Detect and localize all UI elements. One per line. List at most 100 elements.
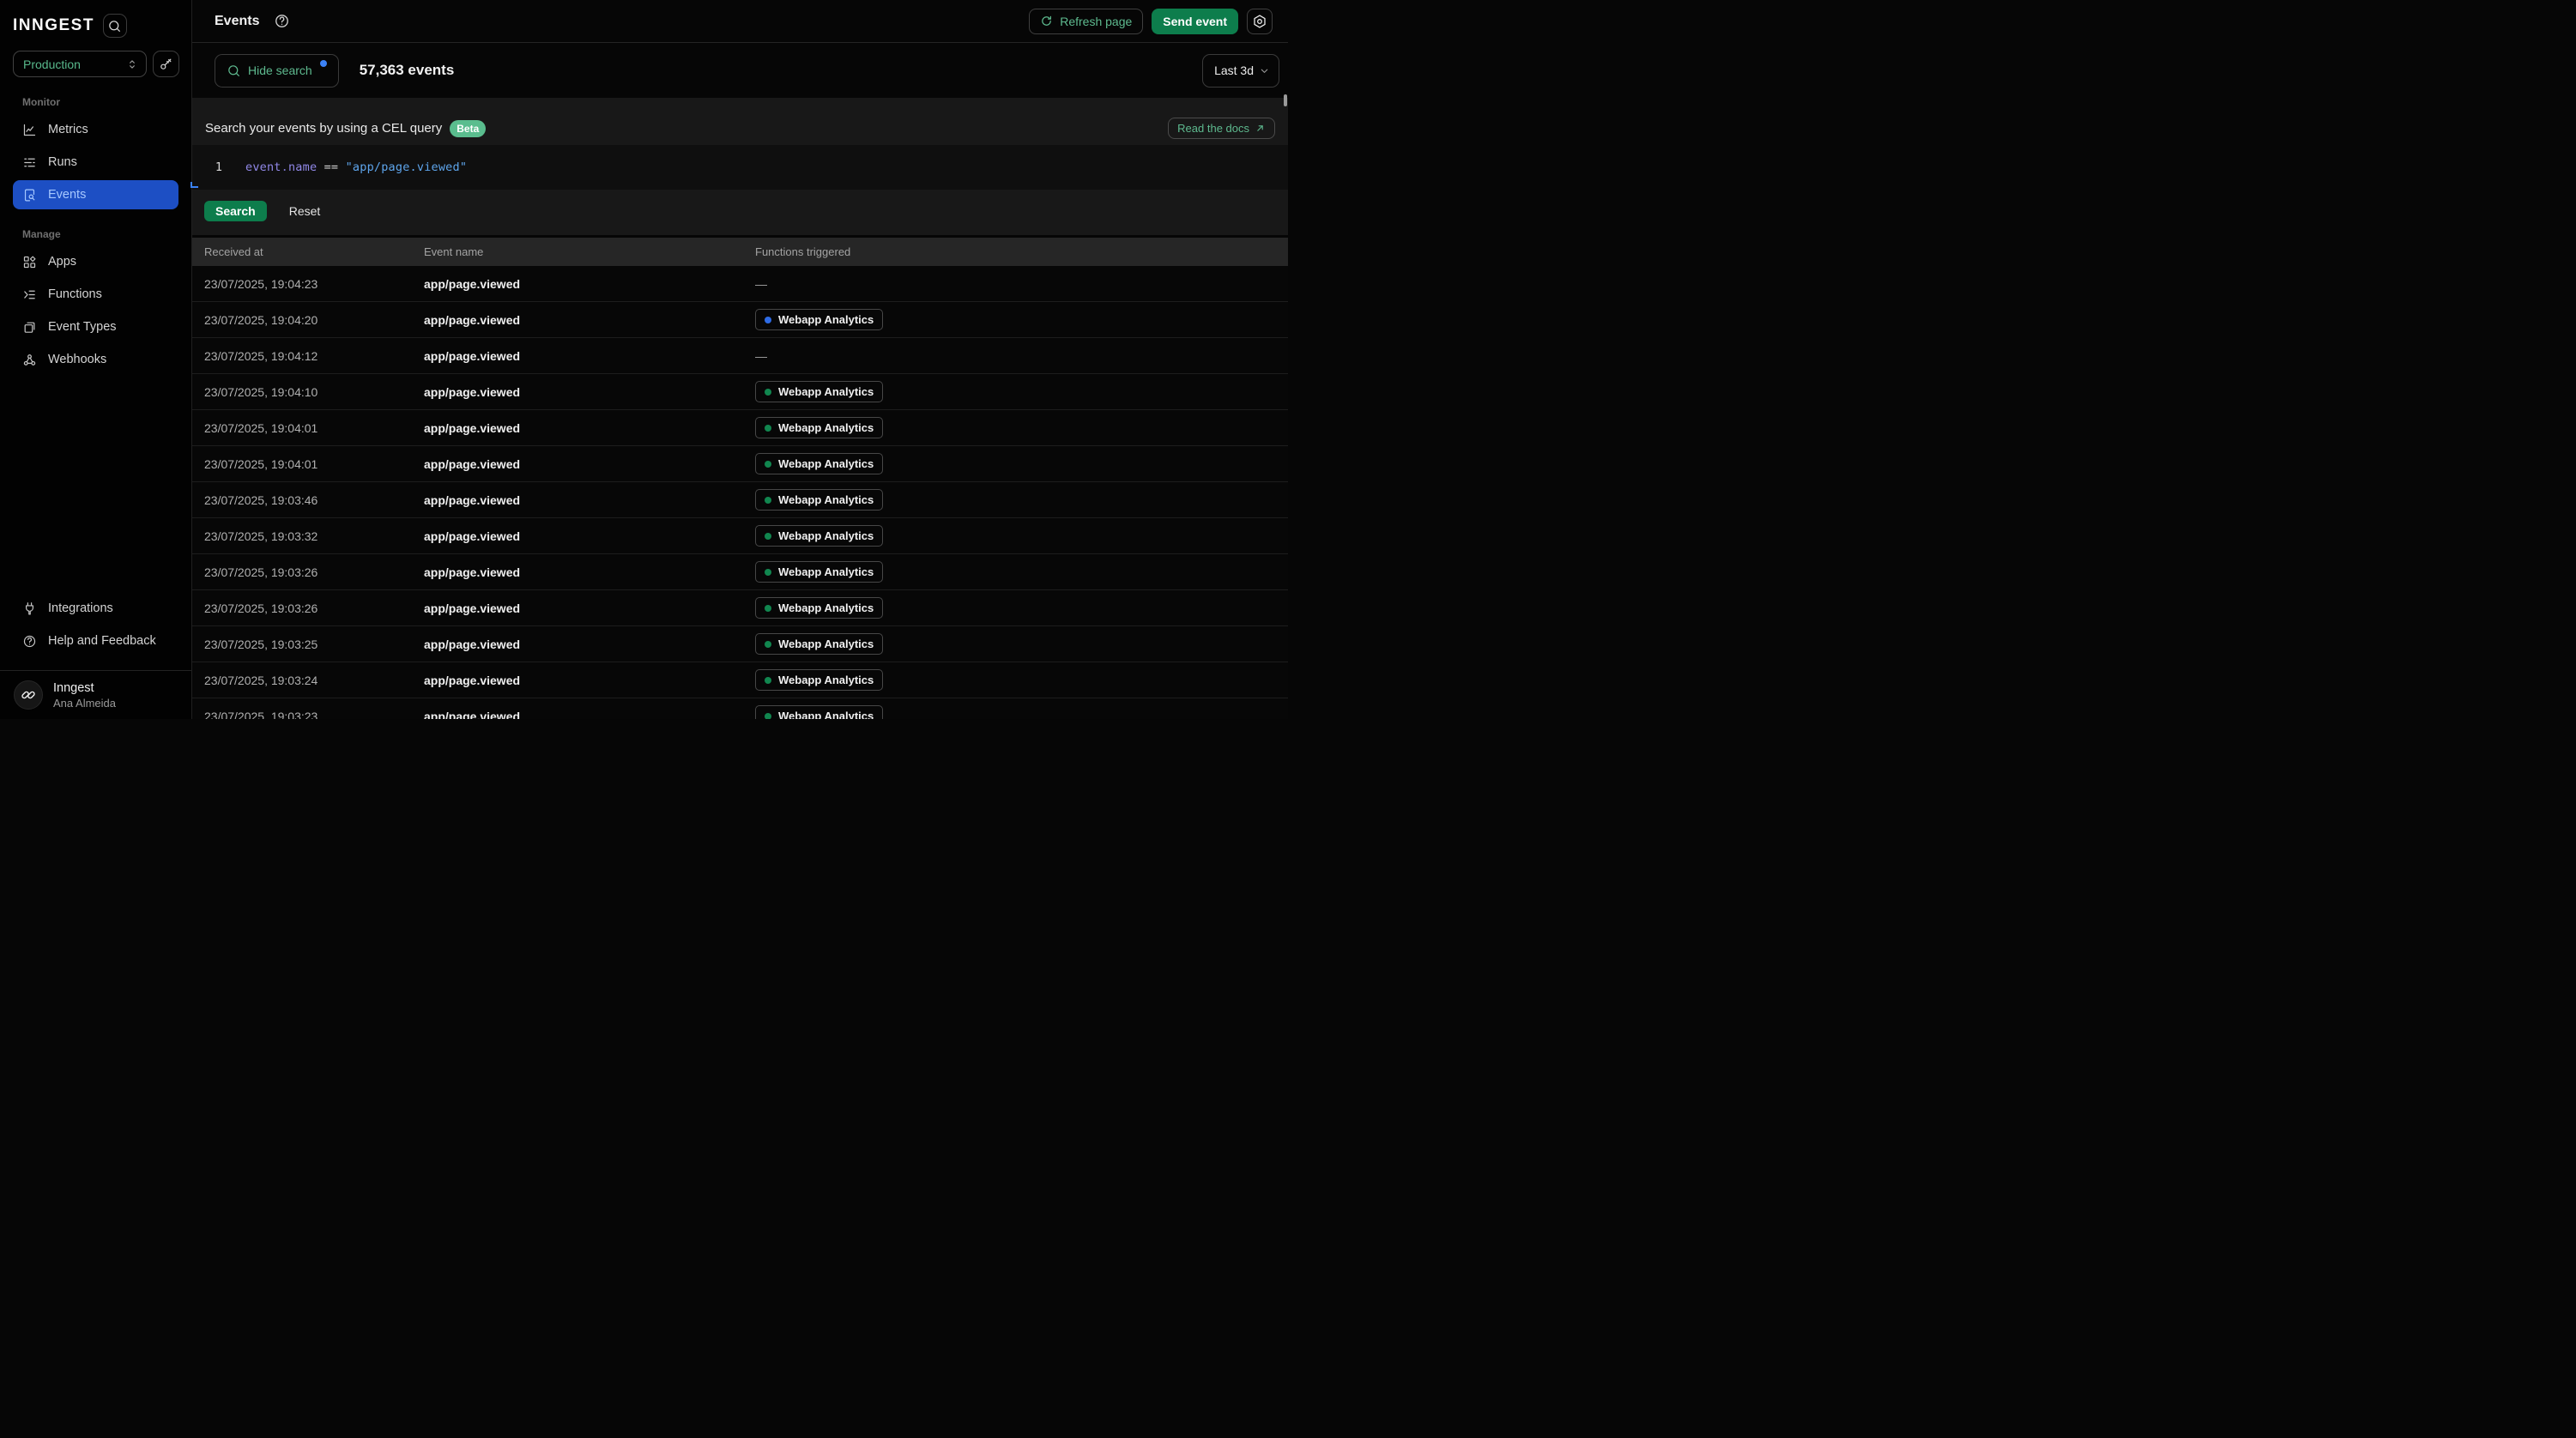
function-badge-label: Webapp Analytics <box>778 710 874 719</box>
table-row[interactable]: 23/07/2025, 19:03:46 app/page.viewed Web… <box>192 482 1288 518</box>
function-badge-label: Webapp Analytics <box>778 313 874 326</box>
function-badge[interactable]: Webapp Analytics <box>755 309 883 330</box>
function-badge[interactable]: Webapp Analytics <box>755 597 883 619</box>
environment-selector[interactable]: Production <box>13 51 147 77</box>
table-row[interactable]: 23/07/2025, 19:04:12 app/page.viewed — <box>192 338 1288 374</box>
beta-badge: Beta <box>450 120 486 137</box>
function-status-dot <box>765 461 771 468</box>
sidebar-item-help-and-feedback[interactable]: Help and Feedback <box>13 626 178 656</box>
cel-panel-header: Search your events by using a CEL query … <box>192 116 1288 141</box>
scrollbar-thumb[interactable] <box>1284 94 1287 106</box>
time-range-selector[interactable]: Last 3d <box>1202 54 1279 88</box>
logo-row: INNGEST <box>13 14 179 38</box>
nav-item-label: Runs <box>48 155 77 169</box>
column-header-functions-triggered: Functions triggered <box>755 245 1288 258</box>
function-badge-label: Webapp Analytics <box>778 421 874 434</box>
table-row[interactable]: 23/07/2025, 19:04:20 app/page.viewed Web… <box>192 302 1288 338</box>
settings-button[interactable] <box>1247 9 1273 34</box>
table-row[interactable]: 23/07/2025, 19:03:32 app/page.viewed Web… <box>192 518 1288 554</box>
event-keys-button[interactable] <box>153 51 179 77</box>
cell-received-at: 23/07/2025, 19:04:10 <box>204 385 424 399</box>
read-the-docs-link[interactable]: Read the docs <box>1168 118 1275 139</box>
sidebar-search-button[interactable] <box>103 14 127 38</box>
nav-section: Manage Apps Functions Event Types Webhoo… <box>0 228 191 374</box>
function-status-dot <box>765 569 771 576</box>
cell-event-name: app/page.viewed <box>424 529 755 543</box>
table-row[interactable]: 23/07/2025, 19:04:10 app/page.viewed Web… <box>192 374 1288 410</box>
function-badge[interactable]: Webapp Analytics <box>755 525 883 547</box>
function-badge[interactable]: Webapp Analytics <box>755 705 883 719</box>
sidebar-item-events[interactable]: Events <box>13 180 178 209</box>
function-badge-label: Webapp Analytics <box>778 601 874 614</box>
events-table: Received at Event name Functions trigger… <box>192 238 1288 719</box>
table-row[interactable]: 23/07/2025, 19:03:25 app/page.viewed Web… <box>192 626 1288 662</box>
hide-search-button[interactable]: Hide search <box>215 54 339 88</box>
function-badge[interactable]: Webapp Analytics <box>755 489 883 511</box>
sidebar-item-functions[interactable]: Functions <box>13 280 178 309</box>
function-badge[interactable]: Webapp Analytics <box>755 453 883 474</box>
sidebar-item-event-types[interactable]: Event Types <box>13 312 178 341</box>
search-icon <box>107 19 122 33</box>
help-icon[interactable] <box>274 13 290 29</box>
function-badge[interactable]: Webapp Analytics <box>755 561 883 583</box>
notification-dot <box>320 60 327 67</box>
cell-event-name: app/page.viewed <box>424 313 755 327</box>
refresh-page-button[interactable]: Refresh page <box>1029 9 1143 34</box>
cell-event-name: app/page.viewed <box>424 674 755 687</box>
doc-search-icon <box>22 188 37 202</box>
cell-functions-triggered: Webapp Analytics <box>755 489 1288 511</box>
function-badge-label: Webapp Analytics <box>778 529 874 542</box>
account-section[interactable]: Inngest Ana Almeida <box>0 670 191 719</box>
refresh-icon <box>1040 15 1053 27</box>
cell-event-name: app/page.viewed <box>424 493 755 507</box>
account-text: Inngest Ana Almeida <box>53 681 116 710</box>
cel-query-editor[interactable]: 1 event.name == "app/page.viewed" <box>192 145 1288 190</box>
nav-item-label: Apps <box>48 255 76 269</box>
function-badge-label: Webapp Analytics <box>778 385 874 398</box>
sidebar-item-integrations[interactable]: Integrations <box>13 594 178 623</box>
function-status-dot <box>765 425 771 432</box>
metrics-icon <box>22 123 37 137</box>
table-row[interactable]: 23/07/2025, 19:04:01 app/page.viewed Web… <box>192 410 1288 446</box>
cell-event-name: app/page.viewed <box>424 710 755 720</box>
function-status-dot <box>765 497 771 504</box>
events-toolbar: Hide search 57,363 events Last 3d <box>192 43 1288 98</box>
table-row[interactable]: 23/07/2025, 19:03:24 app/page.viewed Web… <box>192 662 1288 698</box>
runs-icon <box>22 155 37 170</box>
sidebar-item-webhooks[interactable]: Webhooks <box>13 345 178 374</box>
sidebar-item-metrics[interactable]: Metrics <box>13 115 178 144</box>
editor-corner-marker <box>190 182 198 188</box>
function-status-dot <box>765 713 771 720</box>
sidebar-footer-nav: Integrations Help and Feedback <box>0 594 191 659</box>
table-row[interactable]: 23/07/2025, 19:03:26 app/page.viewed Web… <box>192 554 1288 590</box>
function-badge[interactable]: Webapp Analytics <box>755 381 883 402</box>
function-status-dot <box>765 641 771 648</box>
events-count: 57,363 events <box>360 62 455 79</box>
function-badge[interactable]: Webapp Analytics <box>755 633 883 655</box>
nav-item-label: Event Types <box>48 320 117 334</box>
table-row[interactable]: 23/07/2025, 19:03:23 app/page.viewed Web… <box>192 698 1288 719</box>
cell-event-name: app/page.viewed <box>424 385 755 399</box>
sidebar-item-runs[interactable]: Runs <box>13 148 178 177</box>
cell-event-name: app/page.viewed <box>424 421 755 435</box>
table-row[interactable]: 23/07/2025, 19:04:23 app/page.viewed — <box>192 266 1288 302</box>
sidebar-item-apps[interactable]: Apps <box>13 247 178 276</box>
table-row[interactable]: 23/07/2025, 19:04:01 app/page.viewed Web… <box>192 446 1288 482</box>
cell-received-at: 23/07/2025, 19:03:46 <box>204 493 424 507</box>
send-event-button[interactable]: Send event <box>1152 9 1238 34</box>
function-badge[interactable]: Webapp Analytics <box>755 669 883 691</box>
function-badge[interactable]: Webapp Analytics <box>755 417 883 438</box>
table-row[interactable]: 23/07/2025, 19:03:26 app/page.viewed Web… <box>192 590 1288 626</box>
cell-event-name: app/page.viewed <box>424 565 755 579</box>
cel-search-panel: Search your events by using a CEL query … <box>192 98 1288 235</box>
refresh-page-label: Refresh page <box>1060 15 1132 28</box>
function-status-dot <box>765 677 771 684</box>
event-types-icon <box>22 320 37 335</box>
reset-button[interactable]: Reset <box>289 201 321 221</box>
function-badge-label: Webapp Analytics <box>778 565 874 578</box>
nav-item-label: Help and Feedback <box>48 634 156 648</box>
help-icon <box>22 634 37 649</box>
search-button[interactable]: Search <box>204 201 267 221</box>
webhooks-icon <box>22 353 37 367</box>
sidebar: INNGEST Production Monitor Metrics Runs … <box>0 0 192 719</box>
